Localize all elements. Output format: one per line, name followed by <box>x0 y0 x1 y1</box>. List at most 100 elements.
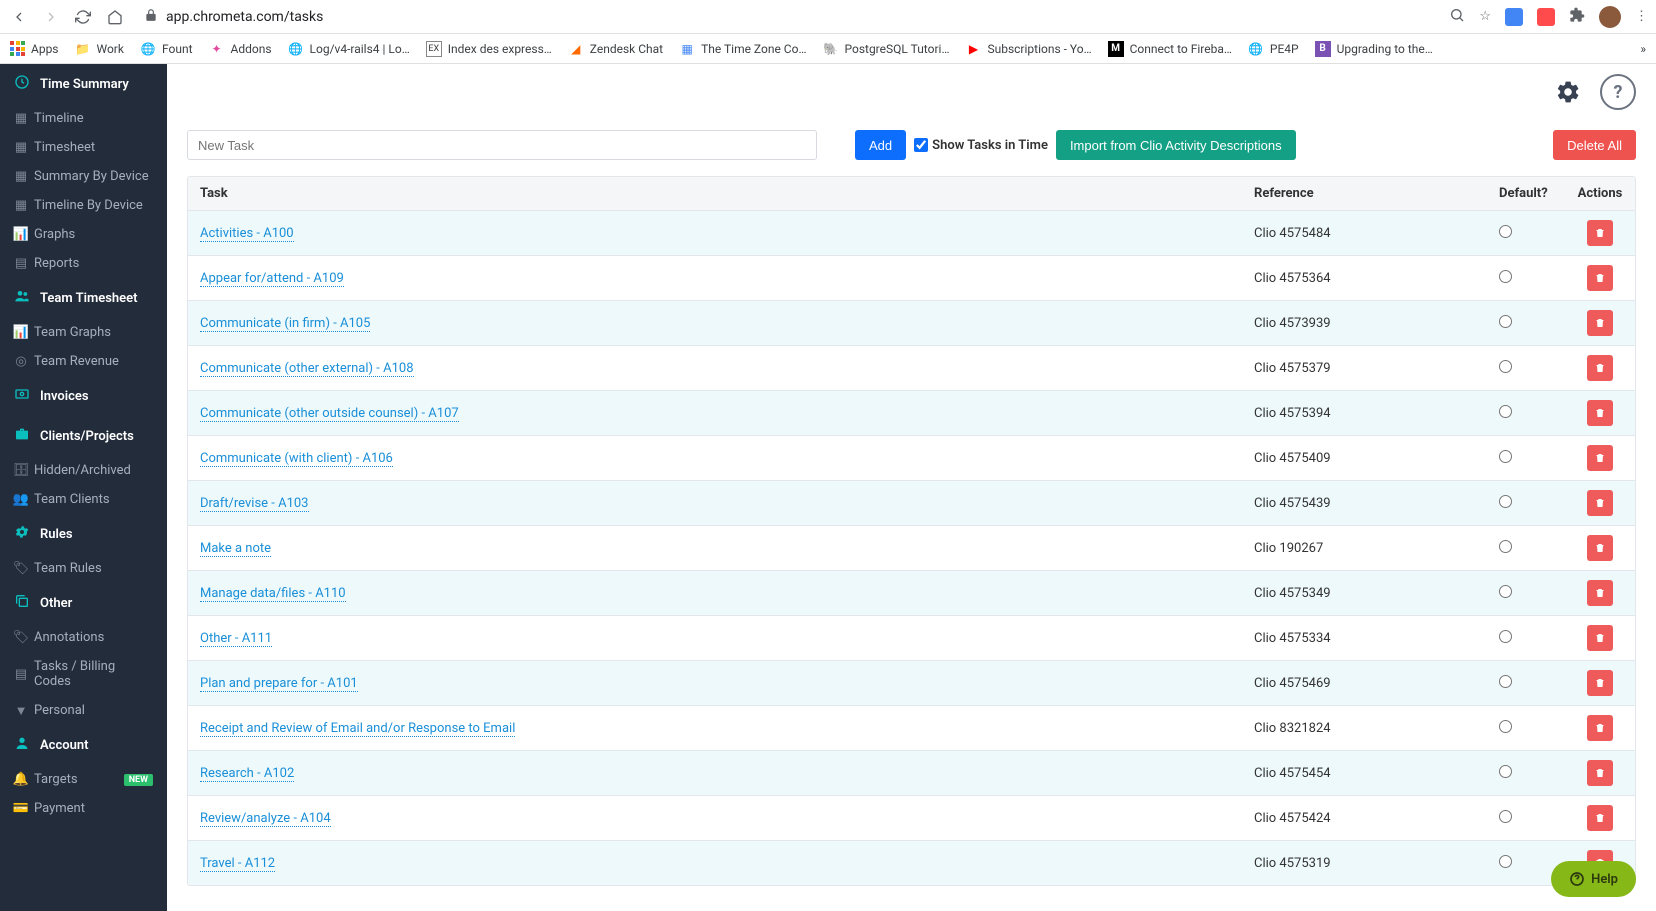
sidebar-item-personal[interactable]: ▼Personal <box>0 696 167 725</box>
default-radio[interactable] <box>1499 675 1512 688</box>
default-radio[interactable] <box>1499 450 1512 463</box>
sidebar-section-time-summary[interactable]: Time Summary <box>0 64 167 104</box>
sidebar-section-clients-projects[interactable]: Clients/Projects <box>0 416 167 456</box>
back-button[interactable] <box>8 6 30 28</box>
default-radio[interactable] <box>1499 720 1512 733</box>
import-button[interactable]: Import from Clio Activity Descriptions <box>1056 130 1296 160</box>
delete-row-button[interactable] <box>1587 220 1613 246</box>
delete-row-button[interactable] <box>1587 265 1613 291</box>
bookmark-item[interactable]: ▶Subscriptions - Yo… <box>965 41 1091 57</box>
sidebar-item-targets[interactable]: 🔔TargetsNEW <box>0 765 167 794</box>
show-tasks-checkbox[interactable]: Show Tasks in Time <box>914 138 1048 153</box>
task-link[interactable]: Manage data/files - A110 <box>200 586 346 602</box>
bookmark-item[interactable]: Apps <box>10 41 59 56</box>
star-icon[interactable]: ☆ <box>1479 9 1491 24</box>
default-radio[interactable] <box>1499 360 1512 373</box>
delete-row-button[interactable] <box>1587 715 1613 741</box>
extension-icon[interactable] <box>1537 8 1555 26</box>
delete-row-button[interactable] <box>1587 625 1613 651</box>
delete-row-button[interactable] <box>1587 760 1613 786</box>
default-radio[interactable] <box>1499 630 1512 643</box>
sidebar-section-team-timesheet[interactable]: Team Timesheet <box>0 278 167 318</box>
task-link[interactable]: Research - A102 <box>200 766 294 782</box>
sidebar-item-team-graphs[interactable]: 📊Team Graphs <box>0 318 167 347</box>
delete-row-button[interactable] <box>1587 355 1613 381</box>
extension-icon[interactable] <box>1505 8 1523 26</box>
bookmark-item[interactable]: BUpgrading to the… <box>1315 41 1433 57</box>
bookmark-item[interactable]: 📁Work <box>75 41 124 57</box>
sidebar-section-other[interactable]: Other <box>0 583 167 623</box>
sidebar-item-timeline-by-device[interactable]: ▦Timeline By Device <box>0 191 167 220</box>
show-tasks-checkbox-input[interactable] <box>914 138 928 152</box>
delete-row-button[interactable] <box>1587 310 1613 336</box>
delete-row-button[interactable] <box>1587 445 1613 471</box>
profile-avatar[interactable] <box>1599 6 1621 28</box>
default-radio[interactable] <box>1499 765 1512 778</box>
sidebar-item-reports[interactable]: ▤Reports <box>0 249 167 278</box>
task-link[interactable]: Communicate (other outside counsel) - A1… <box>200 406 459 422</box>
bookmark-item[interactable]: ◢Zendesk Chat <box>568 41 663 57</box>
bookmark-item[interactable]: 🐘PostgreSQL Tutori… <box>822 41 949 57</box>
bookmark-item[interactable]: 🌐Fount <box>140 41 193 57</box>
task-link[interactable]: Make a note <box>200 541 271 557</box>
bookmark-item[interactable]: MConnect to Fireba… <box>1108 41 1232 57</box>
extensions-button[interactable] <box>1569 7 1585 27</box>
sidebar-section-invoices[interactable]: Invoices <box>0 376 167 416</box>
add-button[interactable]: Add <box>855 130 906 160</box>
task-link[interactable]: Travel - A112 <box>200 856 275 872</box>
sidebar-item-graphs[interactable]: 📊Graphs <box>0 220 167 249</box>
help-fab[interactable]: Help <box>1551 861 1636 897</box>
bookmark-item[interactable]: 🌐PE4P <box>1248 41 1299 57</box>
sidebar-section-rules[interactable]: Rules <box>0 514 167 554</box>
new-task-input[interactable] <box>187 130 817 160</box>
default-radio[interactable] <box>1499 540 1512 553</box>
bookmark-item[interactable]: EXIndex des express… <box>426 41 552 57</box>
sidebar-section-account[interactable]: Account <box>0 725 167 765</box>
sidebar-item-timesheet[interactable]: ▦Timesheet <box>0 133 167 162</box>
forward-button[interactable] <box>40 6 62 28</box>
task-link[interactable]: Plan and prepare for - A101 <box>200 676 358 692</box>
task-link[interactable]: Communicate (with client) - A106 <box>200 451 393 467</box>
default-radio[interactable] <box>1499 810 1512 823</box>
task-link[interactable]: Receipt and Review of Email and/or Respo… <box>200 721 515 737</box>
bookmarks-overflow[interactable]: » <box>1640 42 1646 56</box>
delete-row-button[interactable] <box>1587 490 1613 516</box>
home-button[interactable] <box>104 6 126 28</box>
delete-row-button[interactable] <box>1587 580 1613 606</box>
task-link[interactable]: Activities - A100 <box>200 226 294 242</box>
task-link[interactable]: Review/analyze - A104 <box>200 811 331 827</box>
task-link[interactable]: Draft/revise - A103 <box>200 496 309 512</box>
sidebar-item-tasks-billing-codes[interactable]: ▤Tasks / Billing Codes <box>0 652 167 696</box>
delete-row-button[interactable] <box>1587 805 1613 831</box>
bookmark-item[interactable]: 🌐Log/v4-rails4 | Lo… <box>288 41 410 57</box>
default-radio[interactable] <box>1499 495 1512 508</box>
sidebar-item-team-revenue[interactable]: ◎Team Revenue <box>0 347 167 376</box>
sidebar-item-team-rules[interactable]: 🏷Team Rules <box>0 554 167 583</box>
sidebar-item-timeline[interactable]: ▦Timeline <box>0 104 167 133</box>
task-link[interactable]: Appear for/attend - A109 <box>200 271 344 287</box>
sidebar-item-summary-by-device[interactable]: ▦Summary By Device <box>0 162 167 191</box>
default-radio[interactable] <box>1499 585 1512 598</box>
delete-all-button[interactable]: Delete All <box>1553 130 1636 160</box>
delete-row-button[interactable] <box>1587 535 1613 561</box>
delete-row-button[interactable] <box>1587 400 1613 426</box>
sidebar-item-payment[interactable]: 💳Payment <box>0 794 167 823</box>
sidebar-item-team-clients[interactable]: 👥Team Clients <box>0 485 167 514</box>
default-radio[interactable] <box>1499 405 1512 418</box>
task-link[interactable]: Communicate (other external) - A108 <box>200 361 414 377</box>
task-link[interactable]: Other - A111 <box>200 631 272 647</box>
sidebar-item-annotations[interactable]: 🏷Annotations <box>0 623 167 652</box>
address-bar[interactable]: app.chrometa.com/tasks <box>136 4 1439 30</box>
delete-row-button[interactable] <box>1587 670 1613 696</box>
default-radio[interactable] <box>1499 855 1512 868</box>
help-button[interactable]: ? <box>1600 74 1636 110</box>
reload-button[interactable] <box>72 6 94 28</box>
task-link[interactable]: Communicate (in firm) - A105 <box>200 316 370 332</box>
search-icon[interactable] <box>1449 7 1465 27</box>
default-radio[interactable] <box>1499 315 1512 328</box>
menu-button[interactable]: ⋮ <box>1635 9 1648 24</box>
bookmark-item[interactable]: ✦Addons <box>209 41 272 57</box>
default-radio[interactable] <box>1499 225 1512 238</box>
default-radio[interactable] <box>1499 270 1512 283</box>
bookmark-item[interactable]: ▦The Time Zone Co… <box>679 41 806 57</box>
